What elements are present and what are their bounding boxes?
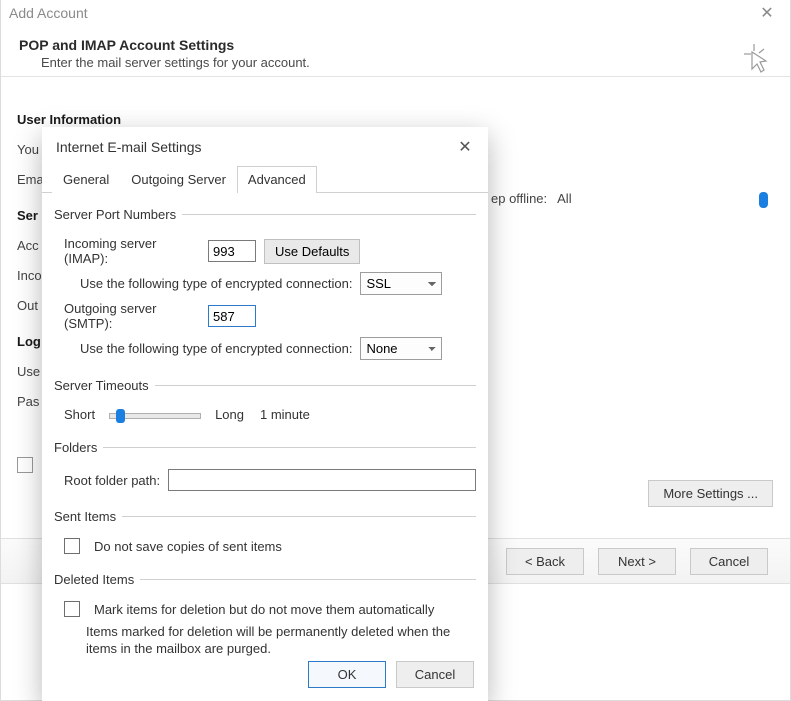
tab-general[interactable]: General [52,166,120,193]
group-deleted-items: Deleted Items Mark items for deletion bu… [54,572,476,657]
incoming-server-label: Incoming server (IMAP): [64,236,200,266]
dialog-title-bar: Internet E-mail Settings ✕ [42,127,488,161]
group-sent-items: Sent Items Do not save copies of sent it… [54,509,476,564]
dialog-body: Server Port Numbers Incoming server (IMA… [42,193,488,657]
group-folders: Folders Root folder path: [54,440,476,501]
next-button[interactable]: Next > [598,548,676,575]
outgoing-server-label: Outgoing server (SMTP): [64,301,200,331]
more-settings-container: More Settings ... [648,480,773,507]
mark-deletion-note: Items marked for deletion will be perman… [86,623,476,657]
timeout-long-label: Long [215,407,244,422]
cursor-icon [744,44,772,81]
timeout-short-label: Short [64,407,95,422]
slider-thumb[interactable] [759,192,768,208]
tab-bar: General Outgoing Server Advanced [42,165,488,193]
dialog-title: Internet E-mail Settings [56,139,202,155]
offline-slider-row: ep offline: All [491,191,768,206]
use-defaults-button[interactable]: Use Defaults [264,239,360,264]
back-button[interactable]: < Back [506,548,584,575]
group-label: Sent Items [54,509,122,524]
mark-for-deletion-label: Mark items for deletion but do not move … [94,602,434,617]
add-account-window: Add Account ✕ POP and IMAP Account Setti… [0,0,791,701]
wizard-heading: POP and IMAP Account Settings [19,37,784,53]
internet-email-settings-dialog: Internet E-mail Settings ✕ General Outgo… [42,127,488,701]
window-title-bar: Add Account ✕ [1,0,790,27]
incoming-encryption-select[interactable]: SSL [360,272,442,295]
group-label: Server Timeouts [54,378,155,393]
window-close-icon[interactable]: ✕ [758,4,776,22]
group-label: Folders [54,440,103,455]
offline-value: All [557,191,571,206]
timeout-slider[interactable] [109,413,201,419]
group-server-port-numbers: Server Port Numbers Incoming server (IMA… [54,207,476,370]
wizard-subheading: Enter the mail server settings for your … [41,55,784,70]
dialog-footer: OK Cancel [42,657,488,701]
ok-button[interactable]: OK [308,661,386,688]
dialog-close-icon[interactable]: ✕ [456,137,474,157]
more-settings-button[interactable]: More Settings ... [648,480,773,507]
tab-advanced[interactable]: Advanced [237,166,317,193]
mark-for-deletion-checkbox[interactable] [64,601,80,617]
no-save-copies-label: Do not save copies of sent items [94,539,282,554]
slider-thumb[interactable] [116,409,125,423]
incoming-encryption-label: Use the following type of encrypted conn… [80,276,352,291]
wizard-header: POP and IMAP Account Settings Enter the … [1,27,790,77]
timeout-value: 1 minute [260,407,310,422]
outgoing-encryption-select[interactable]: None [360,337,442,360]
incoming-port-input[interactable] [208,240,256,262]
group-label: Deleted Items [54,572,140,587]
window-title: Add Account [9,5,88,21]
tab-outgoing-server[interactable]: Outgoing Server [120,166,237,193]
group-server-timeouts: Server Timeouts Short Long 1 minute [54,378,476,432]
dialog-cancel-button[interactable]: Cancel [396,661,474,688]
unknown-checkbox[interactable] [17,457,33,473]
offline-label: ep offline: [491,191,547,206]
no-save-copies-checkbox[interactable] [64,538,80,554]
cancel-button[interactable]: Cancel [690,548,768,575]
outgoing-encryption-label: Use the following type of encrypted conn… [80,341,352,356]
group-label: Server Port Numbers [54,207,182,222]
offline-slider[interactable] [582,197,768,201]
root-folder-input[interactable] [168,469,476,491]
root-folder-label: Root folder path: [64,473,160,488]
outgoing-port-input[interactable] [208,305,256,327]
